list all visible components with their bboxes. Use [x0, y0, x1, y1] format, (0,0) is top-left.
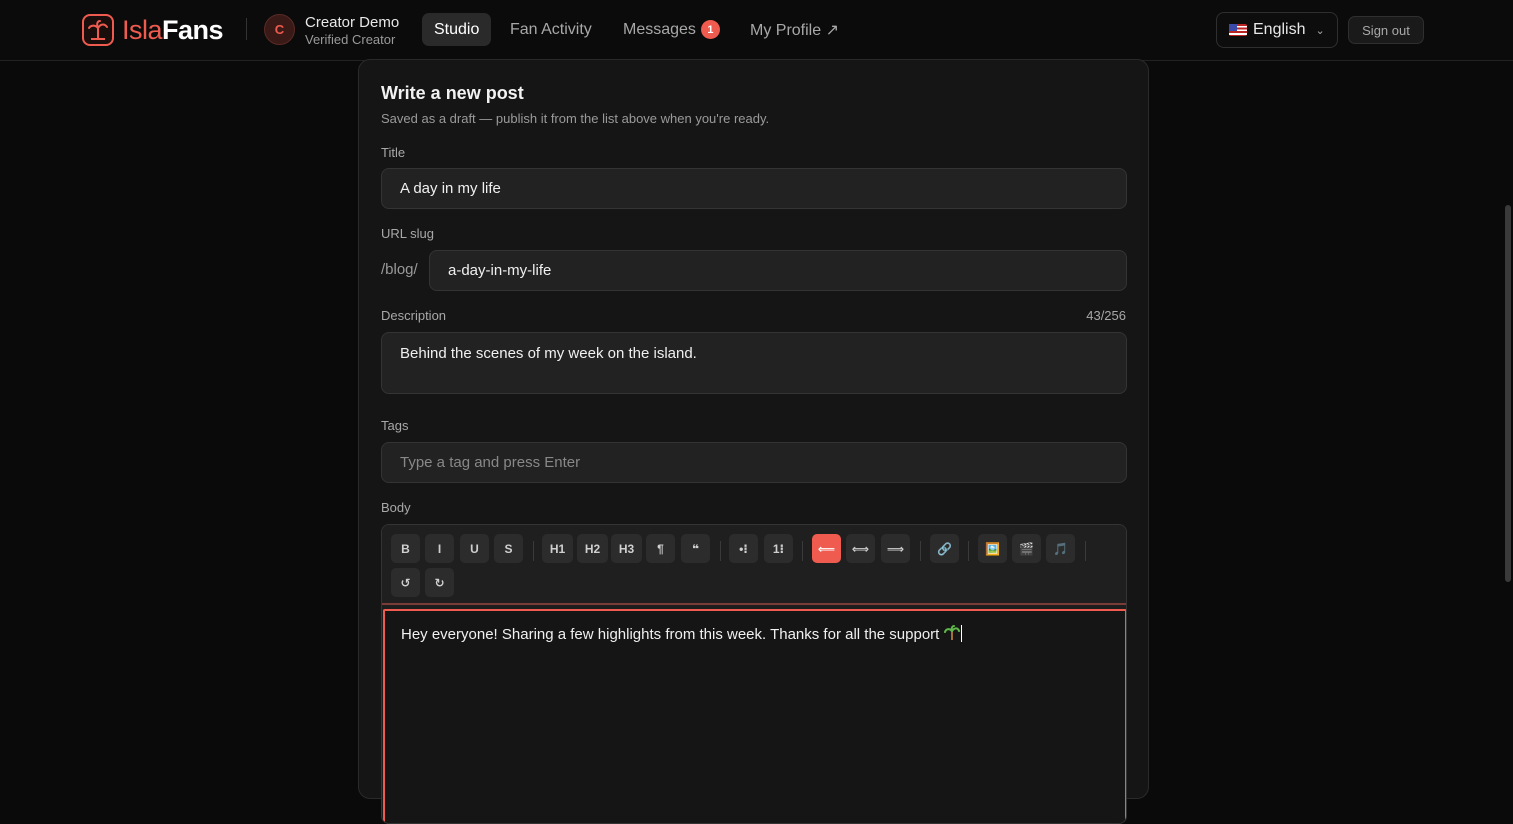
insert-image-button[interactable]: 🖼️ [978, 534, 1007, 563]
title-input[interactable]: A day in my life [381, 168, 1127, 209]
chevron-down-icon: ⌄ [1315, 24, 1325, 37]
description-counter: 43/256 [1086, 308, 1126, 323]
bullet-list-button[interactable]: •⁝ [729, 534, 758, 563]
align-right-button[interactable]: ⟹ [881, 534, 910, 563]
avatar[interactable]: C [264, 14, 295, 45]
text-caret [960, 625, 962, 642]
align-left-button[interactable]: ⟸ [812, 534, 841, 563]
heading2-button[interactable]: H2 [577, 534, 608, 563]
toolbar-separator [802, 541, 803, 561]
tags-input[interactable]: Type a tag and press Enter [381, 442, 1127, 483]
ordered-list-button[interactable]: 1⁝ [764, 534, 793, 563]
insert-audio-button[interactable]: 🎵 [1046, 534, 1075, 563]
body-editor: B I U S H1 H2 H3 ¶ ❝ •⁝ 1⁝ ⟸ ⟺ ⟹ 🔗 🖼️ 🎬 … [381, 524, 1127, 824]
brand-name: IslaFans [122, 14, 224, 45]
slug-input[interactable]: a-day-in-my-life [429, 250, 1127, 291]
tags-label: Tags [381, 418, 409, 433]
body-label: Body [381, 500, 411, 515]
body-text: Hey everyone! Sharing a few highlights f… [401, 626, 940, 643]
link-icon: 🔗 [937, 541, 952, 556]
us-flag-icon [1229, 24, 1247, 36]
bold-button[interactable]: B [391, 534, 420, 563]
heading1-button[interactable]: H1 [542, 534, 573, 563]
italic-button[interactable]: I [425, 534, 454, 563]
heading3-button[interactable]: H3 [611, 534, 642, 563]
link-button[interactable]: 🔗 [930, 534, 959, 563]
toolbar-separator [968, 541, 969, 561]
palm-tree-icon [943, 625, 960, 645]
video-icon: 🎬 [1019, 541, 1034, 556]
paragraph-button[interactable]: ¶ [646, 534, 675, 563]
body-content-area[interactable]: Hey everyone! Sharing a few highlights f… [383, 609, 1126, 823]
toolbar-separator [533, 541, 534, 561]
user-role: Verified Creator [305, 32, 396, 47]
nav-my-profile[interactable]: My Profile ↗ [738, 13, 851, 46]
editor-toolbar: B I U S H1 H2 H3 ¶ ❝ •⁝ 1⁝ ⟸ ⟺ ⟹ 🔗 🖼️ 🎬 … [382, 525, 1126, 605]
nav-fan-activity[interactable]: Fan Activity [498, 13, 604, 46]
sign-out-button[interactable]: Sign out [1348, 16, 1424, 44]
toolbar-separator [720, 541, 721, 561]
nav-divider [246, 18, 247, 40]
page-scrollbar[interactable] [1505, 205, 1511, 582]
palm-logo-icon [82, 14, 114, 46]
messages-badge: 1 [700, 20, 720, 39]
blockquote-button[interactable]: ❝ [681, 534, 710, 563]
top-nav: IslaFans C Creator Demo Verified Creator… [0, 0, 1513, 61]
underline-button[interactable]: U [460, 534, 489, 563]
redo-button[interactable]: ↻ [425, 568, 454, 597]
audio-icon: 🎵 [1053, 541, 1068, 556]
page-title: Write a new post [381, 83, 524, 103]
slug-prefix: /blog/ [381, 261, 418, 278]
insert-video-button[interactable]: 🎬 [1012, 534, 1041, 563]
page-subtitle: Saved as a draft — publish it from the l… [381, 111, 770, 126]
language-label: English [1253, 21, 1306, 38]
language-select[interactable]: English ⌄ [1216, 12, 1338, 48]
description-textarea[interactable]: Behind the scenes of my week on the isla… [381, 332, 1127, 394]
undo-button[interactable]: ↺ [391, 568, 420, 597]
toolbar-separator [1085, 541, 1086, 561]
new-post-card: Write a new post Saved as a draft — publ… [358, 59, 1149, 824]
toolbar-separator [920, 541, 921, 561]
slug-label: URL slug [381, 226, 434, 241]
nav-messages[interactable]: Messages 1 [611, 13, 732, 46]
nav-studio[interactable]: Studio [422, 13, 492, 46]
description-label: Description [381, 308, 447, 323]
brand-logo[interactable]: IslaFans [82, 14, 224, 46]
align-center-button[interactable]: ⟺ [846, 534, 875, 563]
image-icon: 🖼️ [985, 541, 1000, 556]
strikethrough-button[interactable]: S [494, 534, 523, 563]
title-label: Title [381, 145, 406, 160]
user-name: Creator Demo [305, 14, 400, 31]
